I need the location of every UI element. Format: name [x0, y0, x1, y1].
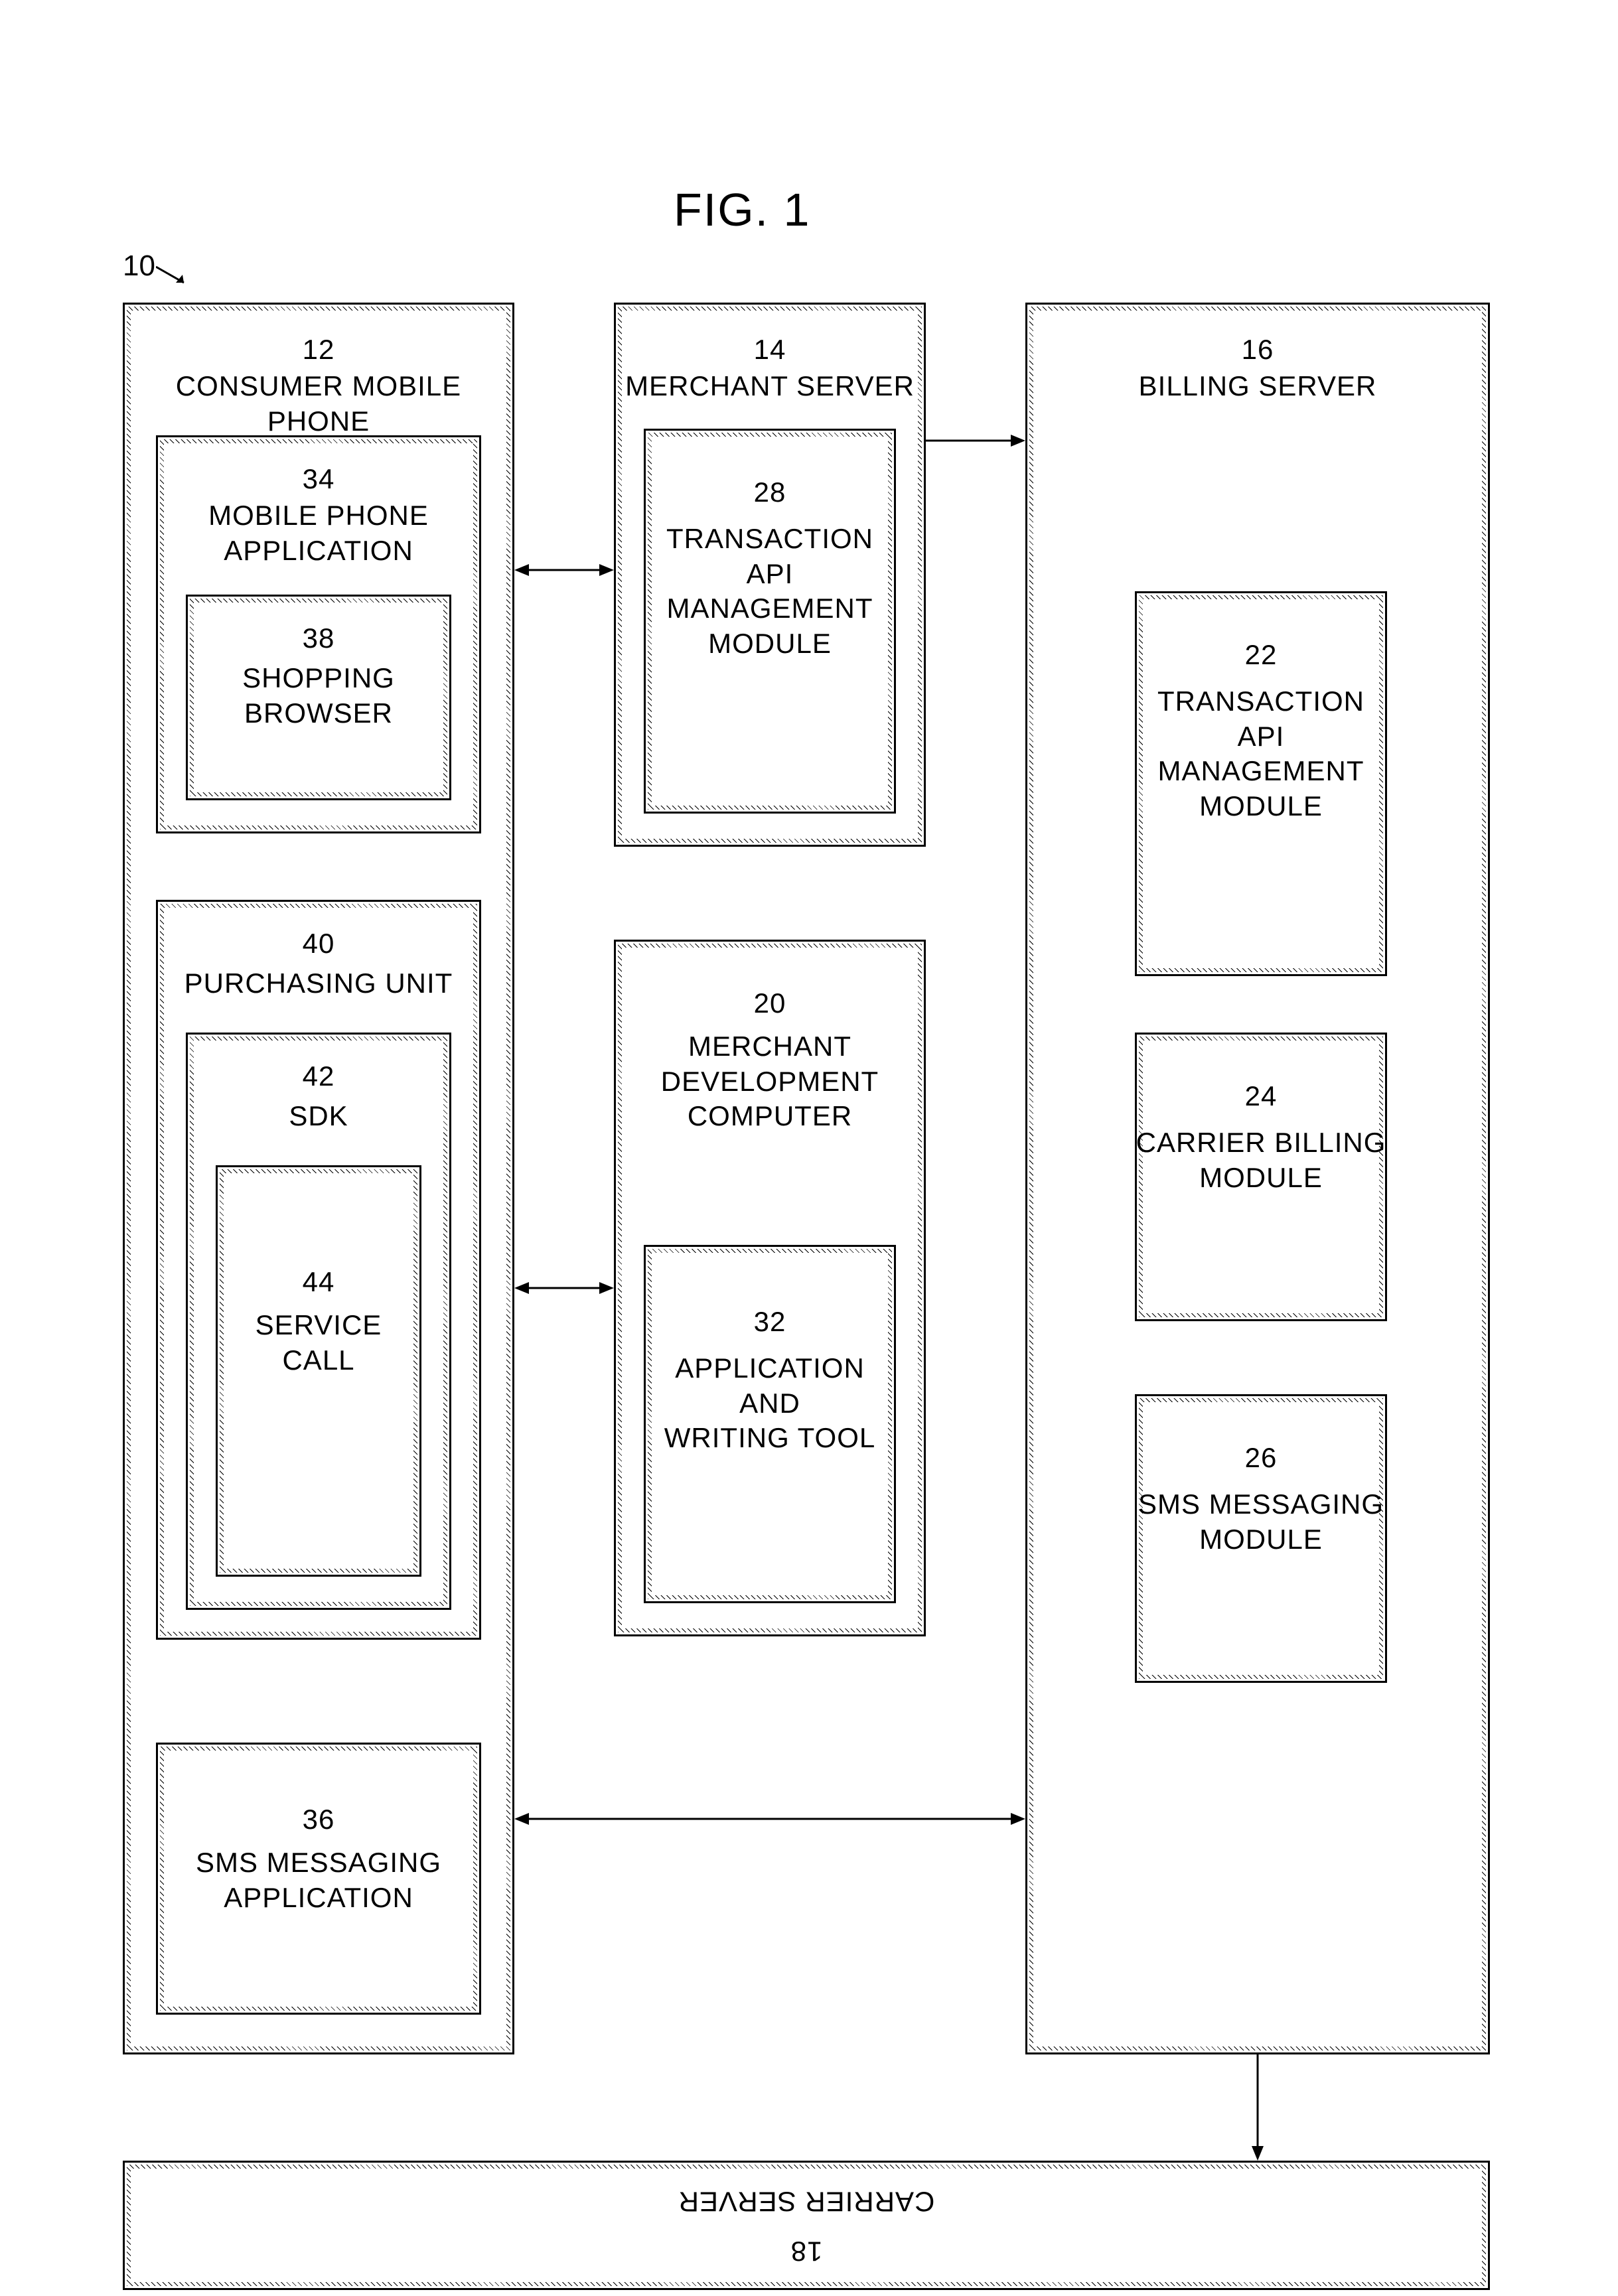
sms-messaging-module-label: SMS MESSAGING MODULE [1135, 1487, 1387, 1557]
merchant-dev-computer-label: MERCHANT DEVELOPMENT COMPUTER [614, 1029, 926, 1134]
transaction-api-28-label: TRANSACTION API MANAGEMENT MODULE [644, 522, 896, 661]
purchasing-unit-label: PURCHASING UNIT [156, 966, 481, 1001]
arrow-cmp-merchant [514, 560, 614, 580]
arrow-billing-carrier [1248, 2054, 1268, 2161]
arrow-merchant-billing [926, 431, 1025, 451]
billing-server-label: BILLING SERVER [1025, 369, 1490, 404]
app-writing-tool-label: APPLICATION AND WRITING TOOL [644, 1351, 896, 1456]
carrier-server-box [123, 2161, 1490, 2290]
figure-title: FIG. 1 [674, 183, 810, 236]
carrier-server-ref: 18 [123, 2234, 1490, 2269]
app-writing-tool-ref: 32 [644, 1305, 896, 1340]
carrier-billing-module-ref: 24 [1135, 1079, 1387, 1114]
merchant-server-ref: 14 [614, 332, 926, 368]
sdk-label: SDK [186, 1099, 451, 1134]
merchant-dev-computer-ref: 20 [614, 986, 926, 1021]
sms-app-ref: 36 [156, 1802, 481, 1837]
sms-messaging-module-ref: 26 [1135, 1441, 1387, 1476]
carrier-server-label: CARRIER SERVER [123, 2184, 1490, 2219]
mobile-phone-application-ref: 34 [156, 462, 481, 497]
system-ref-label: 10 [123, 250, 155, 283]
transaction-api-22-ref: 22 [1135, 638, 1387, 673]
shopping-browser-ref: 38 [186, 621, 451, 656]
arrow-cmp-devcomp [514, 1278, 614, 1298]
ref-arrow-icon [156, 261, 196, 288]
shopping-browser-label: SHOPPING BROWSER [186, 661, 451, 731]
consumer-mobile-phone-ref: 12 [123, 332, 514, 368]
billing-server-ref: 16 [1025, 332, 1490, 368]
sms-app-label: SMS MESSAGING APPLICATION [156, 1845, 481, 1915]
carrier-billing-module-label: CARRIER BILLING MODULE [1135, 1125, 1387, 1195]
purchasing-unit-ref: 40 [156, 926, 481, 962]
transaction-api-28-ref: 28 [644, 475, 896, 510]
arrow-cmp-billing [514, 1809, 1025, 1829]
mobile-phone-application-label: MOBILE PHONE APPLICATION [156, 498, 481, 568]
service-call-ref: 44 [216, 1265, 421, 1300]
service-call-label: SERVICE CALL [216, 1308, 421, 1378]
sdk-ref: 42 [186, 1059, 451, 1094]
consumer-mobile-phone-label: CONSUMER MOBILE PHONE [123, 369, 514, 439]
transaction-api-22-label: TRANSACTION API MANAGEMENT MODULE [1135, 684, 1387, 824]
merchant-server-label: MERCHANT SERVER [614, 369, 926, 404]
